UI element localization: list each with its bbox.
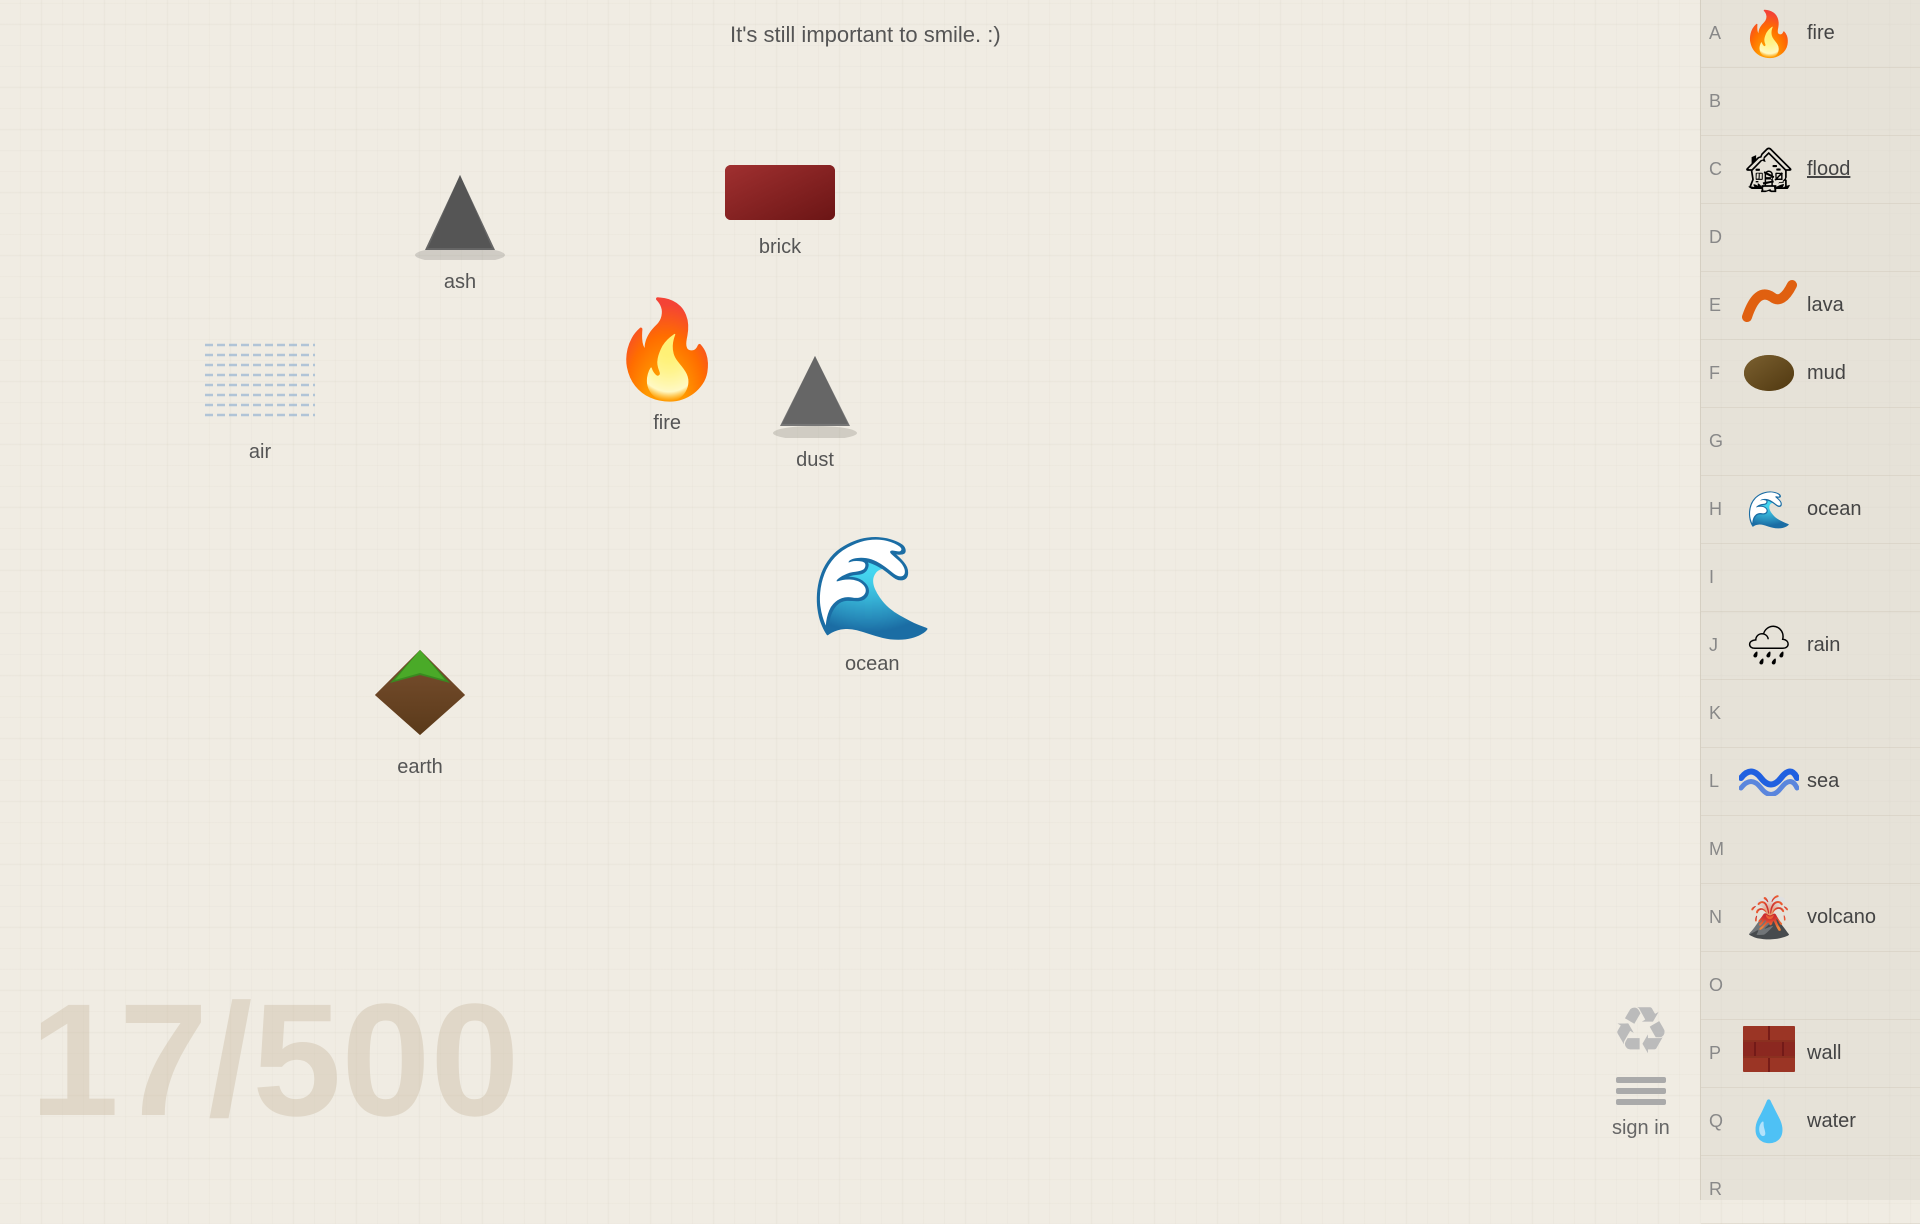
ash-icon (410, 247, 510, 264)
sidebar-letter-q: Q (1709, 1111, 1731, 1132)
element-fire[interactable]: 🔥 fire (608, 295, 726, 435)
sidebar-letter-a: A (1709, 23, 1731, 44)
progress-counter: 17/500 (30, 980, 519, 1140)
bottom-right-area: ♻ sign in (1612, 993, 1670, 1140)
sidebar-ocean-icon: 🌊 (1739, 489, 1799, 531)
sidebar-volcano-icon: 🌋 (1739, 894, 1799, 941)
sidebar-sea-icon (1739, 758, 1799, 806)
sidebar-letter-b: B (1709, 91, 1731, 112)
sidebar-lava-icon (1739, 277, 1799, 335)
dust-label: dust (760, 449, 870, 472)
sidebar-letter-n: N (1709, 907, 1731, 928)
element-ash[interactable]: ash (410, 170, 510, 294)
air-label: air (195, 441, 325, 464)
sidebar-item-fire[interactable]: A 🔥 fire (1701, 0, 1920, 68)
sidebar-sea-label: sea (1807, 770, 1839, 793)
recycle-icon[interactable]: ♻ (1612, 993, 1670, 1069)
sidebar-item-mud[interactable]: F mud (1701, 340, 1920, 408)
fire-canvas-icon: 🔥 (608, 297, 726, 403)
sidebar-flood-label: flood (1807, 158, 1850, 181)
sidebar-wall-label: wall (1807, 1042, 1841, 1065)
element-ocean[interactable]: 🌊 ocean (810, 530, 935, 676)
element-dust[interactable]: dust (760, 348, 870, 472)
element-air[interactable]: air (195, 330, 325, 464)
sidebar-item-lava[interactable]: E lava (1701, 272, 1920, 340)
sidebar-item-o[interactable]: O (1701, 952, 1920, 1020)
sidebar-lava-label: lava (1807, 294, 1844, 317)
sidebar-letter-k: K (1709, 703, 1731, 724)
sidebar-item-wall[interactable]: P wall (1701, 1020, 1920, 1088)
sidebar-water-icon: 💧 (1739, 1098, 1799, 1145)
sidebar-volcano-label: volcano (1807, 906, 1876, 929)
sidebar-item-m[interactable]: M (1701, 816, 1920, 884)
ocean-canvas-icon: 🌊 (810, 532, 935, 644)
sidebar-letter-o: O (1709, 975, 1731, 996)
header-message: It's still important to smile. :) (730, 22, 1001, 48)
sidebar-item-volcano[interactable]: N 🌋 volcano (1701, 884, 1920, 952)
sidebar-letter-r: R (1709, 1179, 1731, 1200)
earth-icon (365, 732, 475, 749)
sidebar-fire-label: fire (1807, 22, 1835, 45)
sidebar-item-d[interactable]: D (1701, 204, 1920, 272)
element-earth[interactable]: earth (365, 645, 475, 779)
sidebar-letter-d: D (1709, 227, 1731, 248)
sidebar-item-rain[interactable]: J 🌧 rain (1701, 612, 1920, 680)
sidebar-letter-m: M (1709, 839, 1731, 860)
sidebar-letter-p: P (1709, 1043, 1731, 1064)
sign-in-label[interactable]: sign in (1612, 1117, 1670, 1140)
sidebar-item-g[interactable]: G (1701, 408, 1920, 476)
sidebar-letter-j: J (1709, 635, 1731, 656)
sidebar-ocean-label: ocean (1807, 498, 1862, 521)
sidebar-letter-e: E (1709, 295, 1731, 316)
sidebar-fire-icon: 🔥 (1739, 8, 1799, 60)
sidebar-item-ocean[interactable]: H 🌊 ocean (1701, 476, 1920, 544)
brick-icon (720, 212, 840, 229)
sidebar-rain-icon: 🌧 (1739, 624, 1799, 668)
sidebar-wall-icon (1739, 1024, 1799, 1084)
sidebar-water-label: water (1807, 1110, 1856, 1133)
sidebar-letter-f: F (1709, 363, 1731, 384)
sidebar-item-b[interactable]: B (1701, 68, 1920, 136)
sidebar-letter-c: C (1709, 159, 1731, 180)
sidebar-letter-g: G (1709, 431, 1731, 452)
sidebar-mud-icon (1739, 345, 1799, 403)
ocean-canvas-label: ocean (810, 653, 935, 676)
air-icon (195, 417, 325, 434)
sidebar: A 🔥 fire B C 🏚 flood D E lava F (1700, 0, 1920, 1200)
sidebar-letter-l: L (1709, 771, 1731, 792)
sidebar-item-i[interactable]: I (1701, 544, 1920, 612)
sidebar-item-r[interactable]: R (1701, 1156, 1920, 1224)
brick-label: brick (720, 236, 840, 259)
sidebar-letter-i: I (1709, 567, 1731, 588)
sidebar-item-water[interactable]: Q 💧 water (1701, 1088, 1920, 1156)
sidebar-item-sea[interactable]: L sea (1701, 748, 1920, 816)
sidebar-item-k[interactable]: K (1701, 680, 1920, 748)
ash-label: ash (410, 271, 510, 294)
sidebar-rain-label: rain (1807, 634, 1840, 657)
sidebar-flood-icon: 🏚 (1739, 144, 1799, 196)
element-brick[interactable]: brick (720, 155, 840, 259)
fire-canvas-label: fire (608, 412, 726, 435)
hamburger-menu[interactable] (1616, 1077, 1666, 1105)
earth-label: earth (365, 756, 475, 779)
dust-icon (760, 425, 870, 442)
sidebar-item-flood[interactable]: C 🏚 flood (1701, 136, 1920, 204)
sidebar-letter-h: H (1709, 499, 1731, 520)
sidebar-mud-label: mud (1807, 362, 1846, 385)
